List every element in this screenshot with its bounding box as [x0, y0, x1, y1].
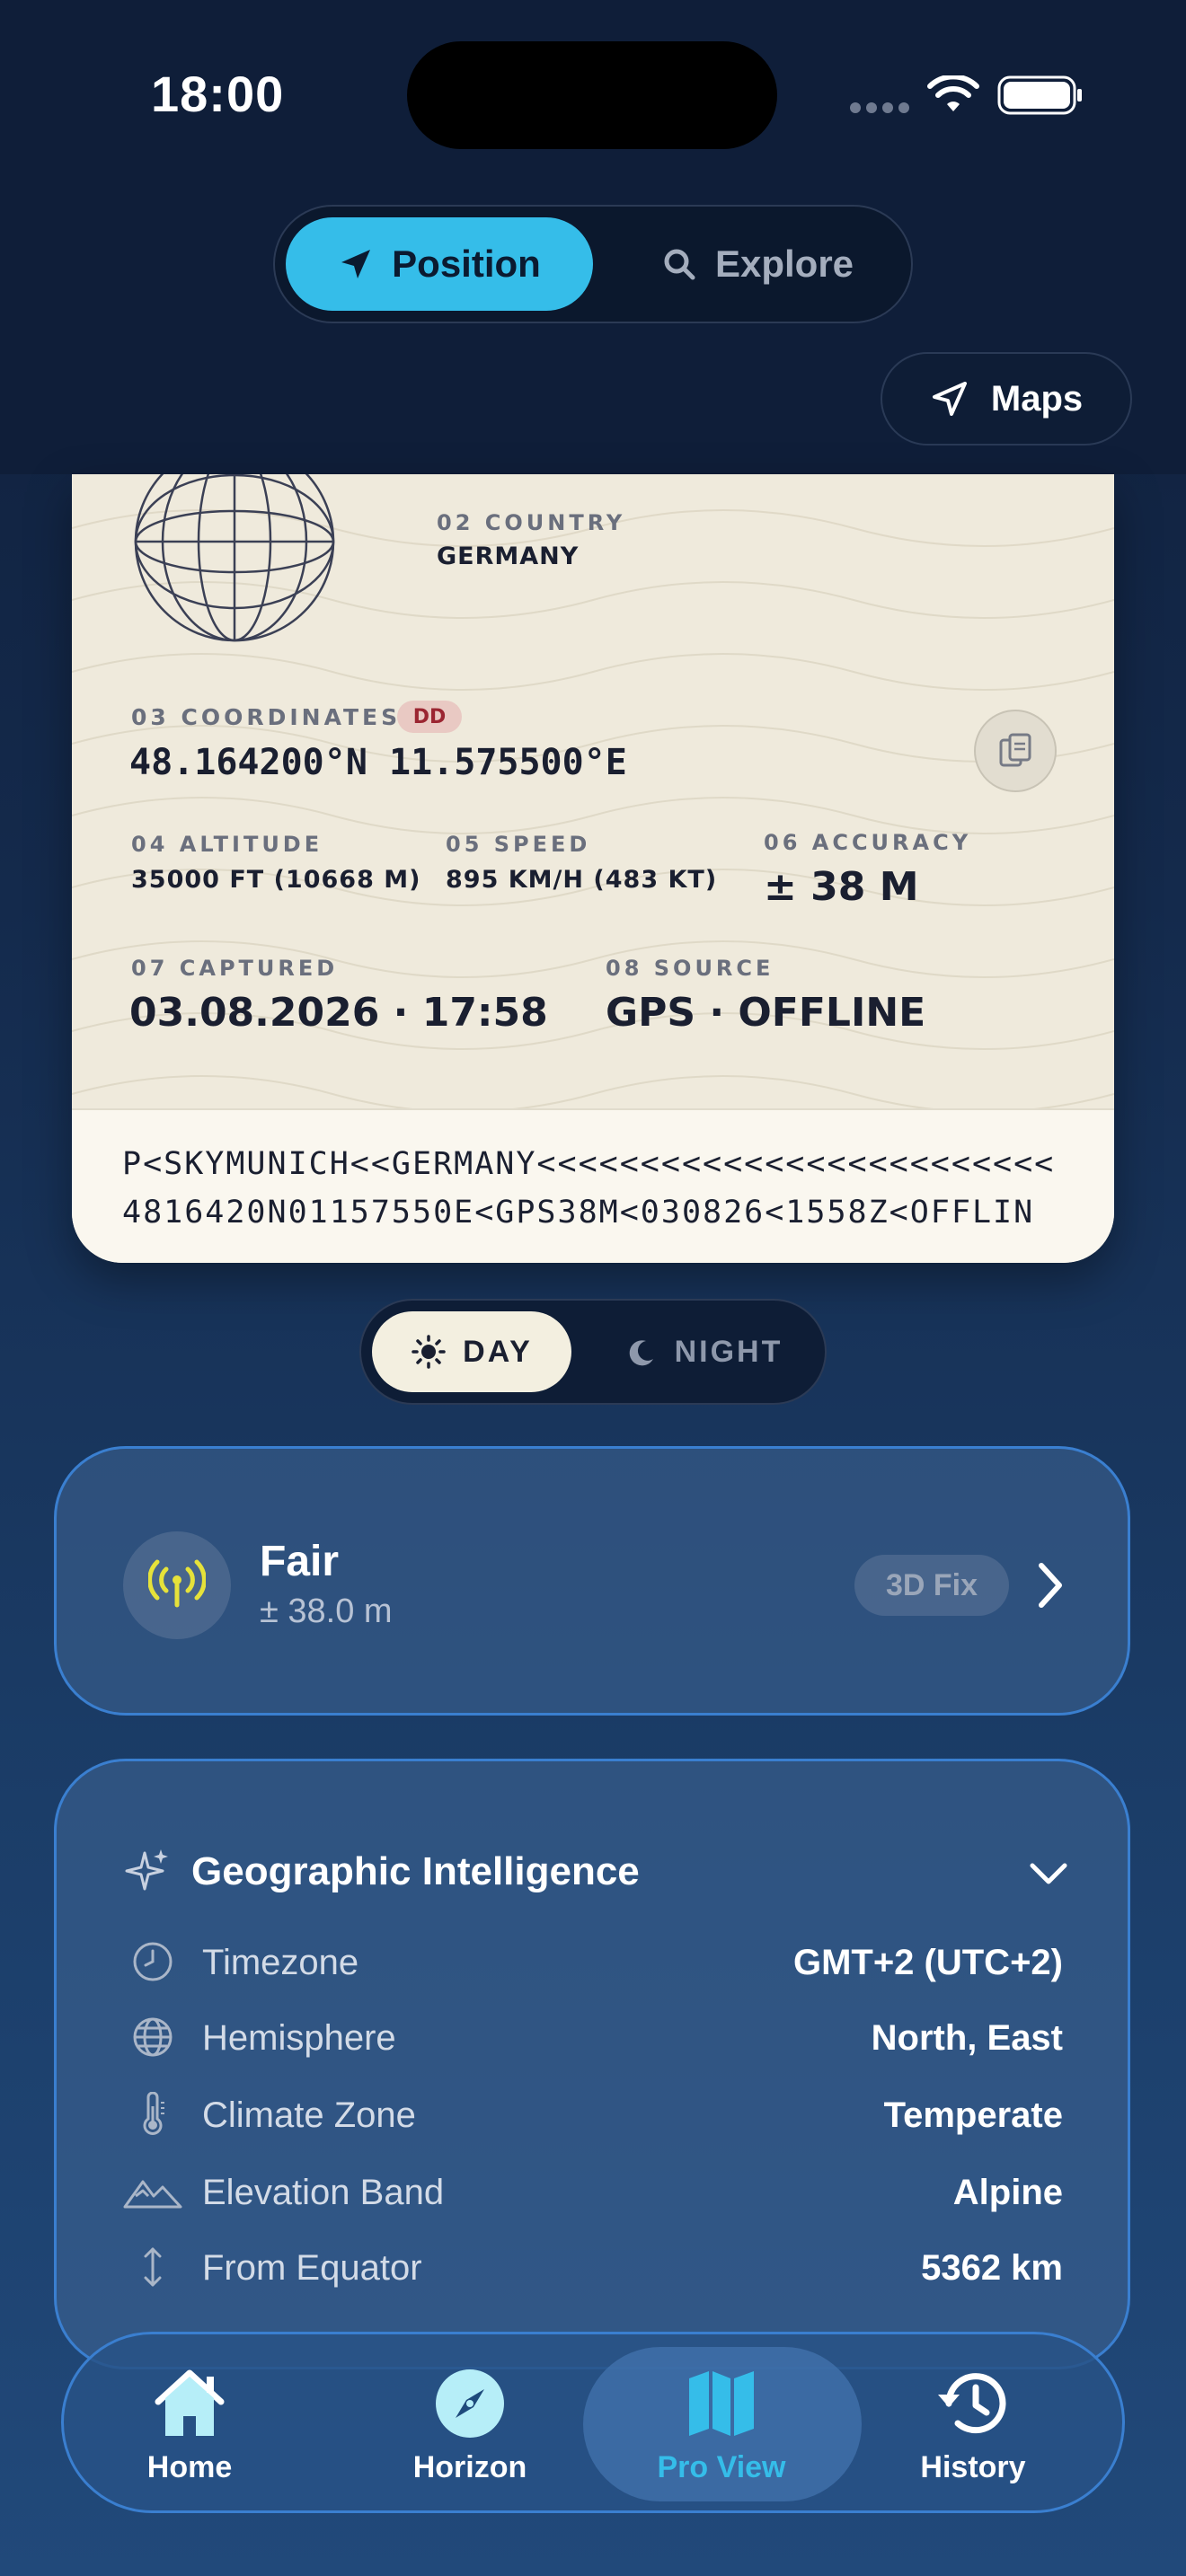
copy-icon	[999, 733, 1031, 767]
intel-row-hemisphere: Hemisphere North, East	[57, 2006, 1133, 2069]
intel-row-label: Climate Zone	[202, 2095, 416, 2135]
accuracy-value: ± 38 M	[764, 864, 919, 910]
coordinates-label: 03 COORDINATES	[131, 704, 402, 730]
battery-icon	[997, 75, 1082, 115]
day-mode-button[interactable]: DAY	[372, 1311, 571, 1392]
accuracy-label: 06 ACCURACY	[764, 830, 972, 855]
mrz-line-2: 4816420N01157550E<GPS38M<030826<1558Z<OF…	[122, 1195, 1035, 1231]
tab-pro-view-label: Pro View	[657, 2449, 786, 2484]
altitude-value: 35000 FT (10668 M)	[131, 866, 421, 894]
captured-value: 03.08.2026 · 17:58	[129, 990, 548, 1036]
house-icon	[155, 2369, 225, 2436]
intel-row-label: Timezone	[202, 1943, 359, 1982]
status-time: 18:00	[151, 66, 285, 122]
captured-label: 07 CAPTURED	[131, 956, 339, 981]
signal-accuracy: ± 38.0 m	[260, 1592, 393, 1630]
arrows-vertical-icon	[144, 2247, 162, 2287]
explore-tab[interactable]: Explore	[611, 217, 904, 311]
history-icon	[938, 2372, 1006, 2433]
sparkle-icon	[125, 1849, 168, 1891]
speed-value: 895 KM/H (483 KT)	[446, 866, 718, 894]
maps-button[interactable]: Maps	[881, 352, 1132, 446]
intel-row-value: Temperate	[883, 2095, 1063, 2135]
search-icon	[664, 249, 695, 280]
night-mode-label: NIGHT	[674, 1334, 783, 1369]
intel-row-label: Elevation Band	[202, 2173, 445, 2212]
signal-icon-container	[123, 1531, 231, 1639]
position-tab-label: Position	[392, 243, 541, 285]
source-label: 08 SOURCE	[606, 956, 774, 981]
intel-row-label: From Equator	[202, 2248, 422, 2288]
tab-home[interactable]: Home	[100, 2334, 279, 2516]
intel-row-value: North, East	[871, 2018, 1063, 2058]
chevron-right-icon	[1039, 1563, 1062, 1608]
tab-pro-view[interactable]: Pro View	[632, 2334, 811, 2516]
tab-history[interactable]: History	[883, 2334, 1063, 2516]
intel-row-elevation: Elevation Band Alpine	[57, 2160, 1133, 2223]
passport-card: 02 COUNTRY GERMANY 03 COORDINATES DD 48.…	[72, 474, 1114, 1263]
source-value: GPS · OFFLINE	[606, 990, 926, 1036]
sun-icon	[412, 1335, 446, 1369]
wifi-icon	[927, 75, 979, 111]
machine-readable-zone: P<SKYMUNICH<<GERMANY<<<<<<<<<<<<<<<<<<<<…	[72, 1108, 1114, 1263]
maps-button-label: Maps	[990, 378, 1084, 419]
country-value: GERMANY	[437, 543, 580, 570]
navigation-arrow-icon	[932, 382, 967, 416]
explore-tab-label: Explore	[714, 243, 854, 285]
dynamic-island	[407, 41, 777, 149]
chevron-down-icon[interactable]	[1027, 1860, 1070, 1887]
mrz-line-1: P<SKYMUNICH<<GERMANY<<<<<<<<<<<<<<<<<<<<…	[122, 1146, 1056, 1182]
fix-type-badge: 3D Fix	[854, 1555, 1009, 1616]
intel-row-value: 5362 km	[921, 2248, 1063, 2288]
coordinate-format-badge[interactable]: DD	[397, 701, 462, 733]
location-arrow-icon	[341, 250, 371, 278]
globe-emblem-icon	[134, 474, 335, 642]
intel-row-label: Hemisphere	[202, 2018, 396, 2058]
night-mode-button[interactable]: NIGHT	[595, 1311, 810, 1392]
country-label: 02 COUNTRY	[437, 510, 626, 535]
copy-coordinates-button[interactable]	[974, 710, 1057, 792]
mode-segmented-control: Position Explore	[273, 205, 913, 323]
theme-segmented-control: DAY NIGHT	[359, 1299, 827, 1405]
globe-icon	[133, 2017, 173, 2057]
speed-label: 05 SPEED	[446, 832, 591, 857]
mountain-icon	[123, 2180, 182, 2209]
intel-row-equator: From Equator 5362 km	[57, 2236, 1133, 2298]
antenna-signal-icon	[148, 1559, 206, 1608]
intel-row-climate: Climate Zone Temperate	[57, 2083, 1133, 2146]
intel-row-timezone: Timezone GMT+2 (UTC+2)	[57, 1930, 1133, 1993]
geographic-intelligence-card: Geographic Intelligence Timezone GMT+2 (…	[54, 1759, 1130, 2369]
moon-icon	[629, 1340, 653, 1366]
position-tab[interactable]: Position	[286, 217, 593, 311]
day-mode-label: DAY	[463, 1334, 533, 1369]
map-icon	[689, 2370, 754, 2436]
coordinates-value: 48.164200°N 11.575500°E	[129, 742, 627, 783]
signal-quality-title: Fair	[260, 1538, 340, 1585]
intel-row-value: Alpine	[952, 2173, 1063, 2212]
cellular-signal-icon	[850, 102, 909, 113]
intelligence-title: Geographic Intelligence	[191, 1849, 640, 1893]
tab-horizon[interactable]: Horizon	[380, 2334, 560, 2516]
compass-icon	[436, 2369, 504, 2438]
bottom-tab-bar: Home Horizon Pro View History	[61, 2332, 1125, 2513]
intel-row-value: GMT+2 (UTC+2)	[792, 1943, 1063, 1982]
signal-quality-card[interactable]: Fair ± 38.0 m 3D Fix	[54, 1446, 1130, 1716]
clock-icon	[133, 1942, 173, 1981]
tab-history-label: History	[920, 2449, 1026, 2484]
thermometer-icon	[143, 2092, 164, 2135]
tab-horizon-label: Horizon	[412, 2449, 527, 2484]
tab-home-label: Home	[146, 2449, 233, 2484]
altitude-label: 04 ALTITUDE	[131, 832, 323, 857]
